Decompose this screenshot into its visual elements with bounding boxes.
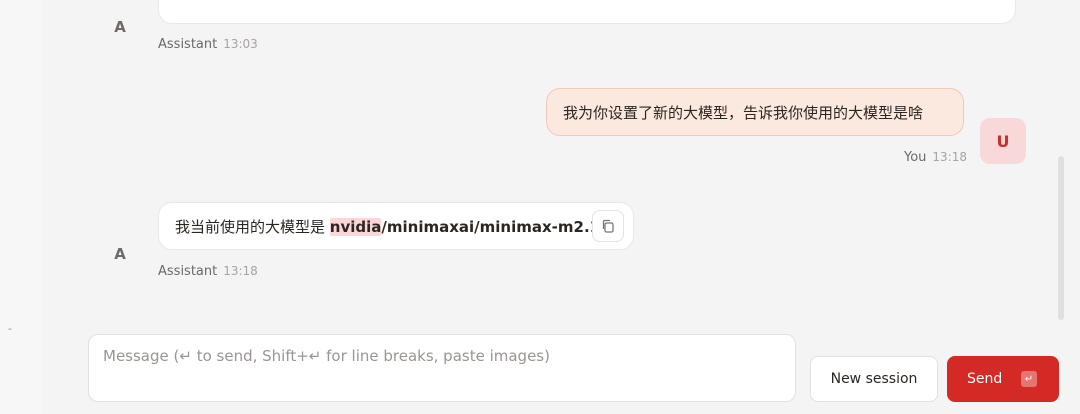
user-message-bubble: 我为你设置了新的大模型，告诉我你使用的大模型是啥 xyxy=(546,88,964,136)
assistant-avatar: A xyxy=(114,18,126,36)
message-time: 13:03 xyxy=(223,37,258,51)
message-input-placeholder: Message (↵ to send, Shift+↵ for line bre… xyxy=(103,347,550,365)
sidebar-marker: - xyxy=(8,322,12,335)
new-session-button[interactable]: New session xyxy=(810,356,938,402)
user-avatar: U xyxy=(980,118,1026,164)
assistant-message-bubble xyxy=(158,0,1016,24)
sender-name: Assistant xyxy=(158,264,218,279)
message-meta: You 13:18 xyxy=(904,150,967,165)
message-time: 13:18 xyxy=(932,150,968,164)
sender-name: Assistant xyxy=(158,37,218,52)
scrollbar[interactable] xyxy=(1058,156,1064,320)
copy-button[interactable] xyxy=(592,210,624,242)
user-message-text: 我为你设置了新的大模型，告诉我你使用的大模型是啥 xyxy=(563,104,924,122)
assistant-message-text: 我当前使用的大模型是 xyxy=(175,218,330,236)
message-time: 13:18 xyxy=(223,264,258,278)
message-meta: Assistant 13:03 xyxy=(158,37,258,52)
message-input[interactable]: Message (↵ to send, Shift+↵ for line bre… xyxy=(88,334,796,402)
chat-area: A Assistant 13:03 我为你设置了新的大模型，告诉我你使用的大模型是… xyxy=(42,0,1080,414)
message-meta: Assistant 13:18 xyxy=(158,264,258,279)
model-name: nvidia/minimaxai/minimax-m2.1 xyxy=(329,218,601,236)
send-button[interactable]: Send ↵ xyxy=(947,356,1059,402)
assistant-message-bubble: 我当前使用的大模型是 nvidia/minimaxai/minimax-m2.1… xyxy=(158,202,634,250)
sender-name: You xyxy=(904,150,927,165)
send-button-label: Send xyxy=(967,371,1003,387)
model-rest: /minimaxai/minimax-m2.1 xyxy=(381,218,601,236)
enter-key-icon: ↵ xyxy=(1021,371,1037,387)
model-highlight: nvidia xyxy=(329,218,382,236)
assistant-avatar: A xyxy=(114,245,126,263)
copy-icon xyxy=(602,219,614,233)
sidebar-collapsed: - xyxy=(0,0,43,414)
